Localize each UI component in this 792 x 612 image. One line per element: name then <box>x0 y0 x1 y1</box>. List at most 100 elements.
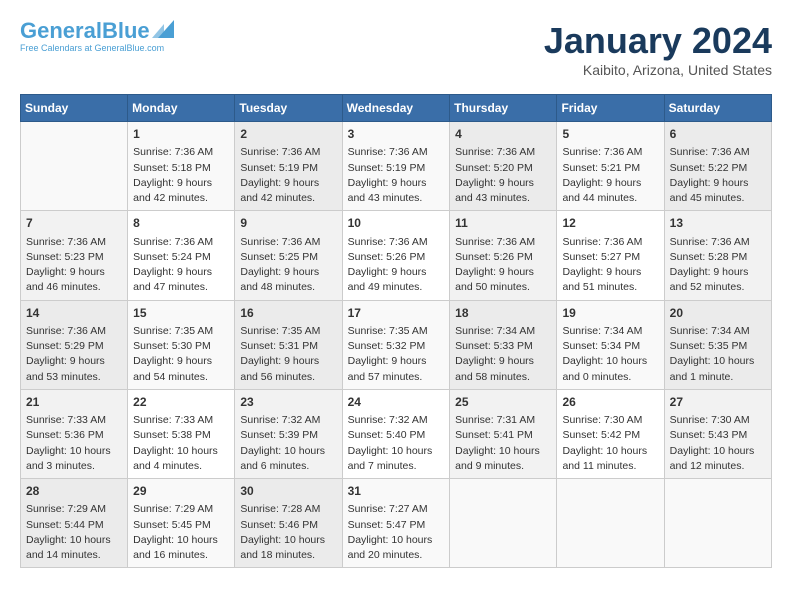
sunrise-text: Sunrise: 7:29 AM <box>26 503 106 515</box>
day-cell: 31Sunrise: 7:27 AMSunset: 5:47 PMDayligh… <box>342 479 450 568</box>
daylight-text: Daylight: 10 hours and 9 minutes. <box>455 445 540 472</box>
sunset-text: Sunset: 5:24 PM <box>133 251 211 263</box>
sunrise-text: Sunrise: 7:34 AM <box>562 325 642 337</box>
sunrise-text: Sunrise: 7:27 AM <box>348 503 428 515</box>
sunrise-text: Sunrise: 7:35 AM <box>348 325 428 337</box>
sunrise-text: Sunrise: 7:36 AM <box>240 146 320 158</box>
sunset-text: Sunset: 5:43 PM <box>670 429 748 441</box>
daylight-text: Daylight: 9 hours and 46 minutes. <box>26 266 105 293</box>
sunset-text: Sunset: 5:23 PM <box>26 251 104 263</box>
day-cell: 15Sunrise: 7:35 AMSunset: 5:30 PMDayligh… <box>128 300 235 389</box>
sunrise-text: Sunrise: 7:36 AM <box>455 146 535 158</box>
header-row: SundayMondayTuesdayWednesdayThursdayFrid… <box>21 95 772 122</box>
day-cell <box>664 479 771 568</box>
sunrise-text: Sunrise: 7:31 AM <box>455 414 535 426</box>
sunset-text: Sunset: 5:18 PM <box>133 162 211 174</box>
daylight-text: Daylight: 10 hours and 20 minutes. <box>348 534 433 561</box>
week-row-2: 7 Sunrise: 7:36 AM Sunset: 5:23 PM Daylight… <box>21 211 772 300</box>
day-number: 11 <box>455 215 551 232</box>
day-number: 22 <box>133 394 229 411</box>
day-cell: 24Sunrise: 7:32 AMSunset: 5:40 PMDayligh… <box>342 389 450 478</box>
day-number: 5 <box>562 126 658 143</box>
daylight-text: Daylight: 10 hours and 14 minutes. <box>26 534 111 561</box>
daylight-text: Daylight: 9 hours and 43 minutes. <box>348 177 427 204</box>
daylight-text: Daylight: 9 hours and 43 minutes. <box>455 177 534 204</box>
day-number: 12 <box>562 215 658 232</box>
day-cell: 12Sunrise: 7:36 AMSunset: 5:27 PMDayligh… <box>557 211 664 300</box>
sunrise-text: Sunrise: 7:32 AM <box>240 414 320 426</box>
sunrise-text: Sunrise: 7:34 AM <box>670 325 750 337</box>
sunrise-text: Sunrise: 7:36 AM <box>455 236 535 248</box>
day-cell: 10Sunrise: 7:36 AMSunset: 5:26 PMDayligh… <box>342 211 450 300</box>
daylight-text: Daylight: 10 hours and 4 minutes. <box>133 445 218 472</box>
week-row-4: 21Sunrise: 7:33 AMSunset: 5:36 PMDayligh… <box>21 389 772 478</box>
sunrise-text: Sunrise: 7:30 AM <box>670 414 750 426</box>
day-cell: 22 Sunrise: 7:33 AM Sunset: 5:38 PM Dayligh… <box>128 389 235 478</box>
logo-blue: Blue <box>102 18 150 43</box>
sunset-text: Sunset: 5:42 PM <box>562 429 640 441</box>
sunrise-text: Sunrise: 7:36 AM <box>348 236 428 248</box>
sunset-text: Sunset: 5:32 PM <box>348 340 426 352</box>
day-cell: 6Sunrise: 7:36 AMSunset: 5:22 PMDaylight… <box>664 122 771 211</box>
logo: GeneralBlue Free Calendars at GeneralBlu… <box>20 20 174 53</box>
sunrise-text: Sunrise: 7:33 AM <box>133 414 213 426</box>
sunset-text: Sunset: 5:39 PM <box>240 429 318 441</box>
daylight-text: Daylight: 9 hours and 52 minutes. <box>670 266 749 293</box>
day-number: 18 <box>455 305 551 322</box>
sunrise-text: Sunrise: 7:33 AM <box>26 414 106 426</box>
calendar-table: SundayMondayTuesdayWednesdayThursdayFrid… <box>20 94 772 568</box>
daylight-text: Daylight: 10 hours and 0 minutes. <box>562 355 647 382</box>
header-cell-friday: Friday <box>557 95 664 122</box>
day-number: 13 <box>670 215 766 232</box>
sunset-text: Sunset: 5:22 PM <box>670 162 748 174</box>
daylight-text: Daylight: 10 hours and 7 minutes. <box>348 445 433 472</box>
day-cell: 8Sunrise: 7:36 AMSunset: 5:24 PMDaylight… <box>128 211 235 300</box>
day-cell: 11Sunrise: 7:36 AMSunset: 5:26 PMDayligh… <box>450 211 557 300</box>
sunset-text: Sunset: 5:21 PM <box>562 162 640 174</box>
day-number: 7 <box>26 215 122 232</box>
day-cell: 14Sunrise: 7:36 AMSunset: 5:29 PMDayligh… <box>21 300 128 389</box>
sunrise-text: Sunrise: 7:29 AM <box>133 503 213 515</box>
week-row-1: 1 Sunrise: 7:36 AM Sunset: 5:18 PM Daylight… <box>21 122 772 211</box>
daylight-text: Daylight: 10 hours and 12 minutes. <box>670 445 755 472</box>
sunset-text: Sunset: 5:45 PM <box>133 519 211 531</box>
day-cell: 1Sunrise: 7:36 AMSunset: 5:18 PMDaylight… <box>128 122 235 211</box>
daylight-text: Daylight: 9 hours and 48 minutes. <box>240 266 319 293</box>
day-cell: 19Sunrise: 7:34 AMSunset: 5:34 PMDayligh… <box>557 300 664 389</box>
logo-tagline: Free Calendars at GeneralBlue.com <box>20 43 164 53</box>
sunrise-text: Sunrise: 7:36 AM <box>562 236 642 248</box>
sunset-text: Sunset: 5:19 PM <box>348 162 426 174</box>
day-number: 2 <box>240 126 336 143</box>
day-number: 29 <box>133 483 229 500</box>
daylight-text: Daylight: 10 hours and 3 minutes. <box>26 445 111 472</box>
daylight-text: Daylight: 10 hours and 6 minutes. <box>240 445 325 472</box>
day-cell: 4Sunrise: 7:36 AMSunset: 5:20 PMDaylight… <box>450 122 557 211</box>
day-number: 3 <box>348 126 445 143</box>
day-cell: 13Sunrise: 7:36 AMSunset: 5:28 PMDayligh… <box>664 211 771 300</box>
header-cell-thursday: Thursday <box>450 95 557 122</box>
sunrise-text: Sunrise: 7:35 AM <box>240 325 320 337</box>
sunrise-text: Sunrise: 7:32 AM <box>348 414 428 426</box>
day-cell: 17Sunrise: 7:35 AMSunset: 5:32 PMDayligh… <box>342 300 450 389</box>
sunset-text: Sunset: 5:46 PM <box>240 519 318 531</box>
sunset-text: Sunset: 5:29 PM <box>26 340 104 352</box>
day-number: 27 <box>670 394 766 411</box>
header-cell-tuesday: Tuesday <box>235 95 342 122</box>
day-cell: 21Sunrise: 7:33 AMSunset: 5:36 PMDayligh… <box>21 389 128 478</box>
daylight-text: Daylight: 9 hours and 49 minutes. <box>348 266 427 293</box>
week-row-5: 28Sunrise: 7:29 AMSunset: 5:44 PMDayligh… <box>21 479 772 568</box>
daylight-text: Daylight: 10 hours and 1 minute. <box>670 355 755 382</box>
sunset-text: Sunset: 5:38 PM <box>133 429 211 441</box>
sunset-text: Sunset: 5:19 PM <box>240 162 318 174</box>
sunrise-text: Sunrise: 7:36 AM <box>562 146 642 158</box>
day-number: 8 <box>133 215 229 232</box>
daylight-text: Daylight: 9 hours and 44 minutes. <box>562 177 641 204</box>
sunset-text: Sunset: 5:35 PM <box>670 340 748 352</box>
day-number: 30 <box>240 483 336 500</box>
day-cell: 26Sunrise: 7:30 AMSunset: 5:42 PMDayligh… <box>557 389 664 478</box>
sunset-text: Sunset: 5:25 PM <box>240 251 318 263</box>
day-number: 1 <box>133 126 229 143</box>
day-number: 19 <box>562 305 658 322</box>
day-number: 26 <box>562 394 658 411</box>
sunset-text: Sunset: 5:41 PM <box>455 429 533 441</box>
